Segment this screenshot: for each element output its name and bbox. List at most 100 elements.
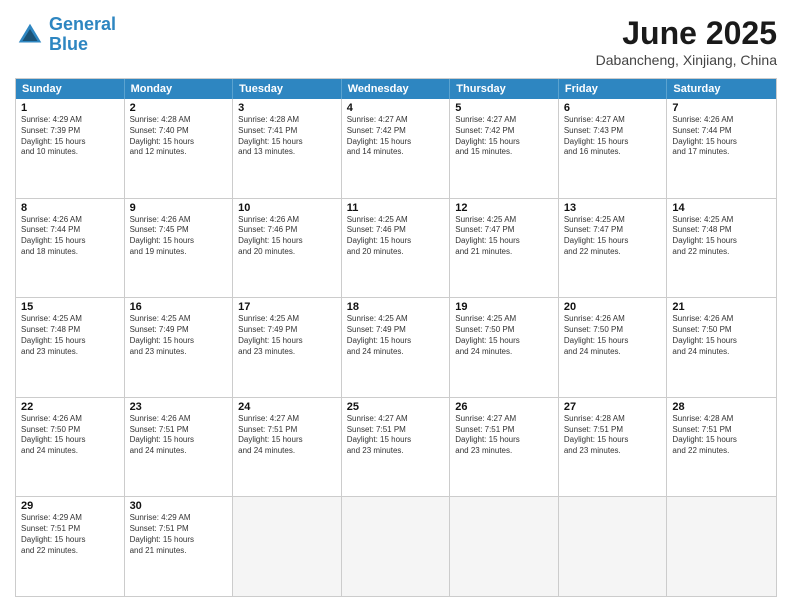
day-cell-10: 10Sunrise: 4:26 AMSunset: 7:46 PMDayligh… <box>233 199 342 298</box>
day-number: 13 <box>564 202 662 214</box>
day-number: 9 <box>130 202 228 214</box>
logo-line1: General <box>49 14 116 34</box>
calendar-row-1: 1Sunrise: 4:29 AMSunset: 7:39 PMDaylight… <box>16 99 776 198</box>
day-number: 15 <box>21 301 119 313</box>
day-info: Sunrise: 4:28 AMSunset: 7:40 PMDaylight:… <box>130 115 228 158</box>
day-info: Sunrise: 4:28 AMSunset: 7:51 PMDaylight:… <box>564 414 662 457</box>
day-number: 23 <box>130 401 228 413</box>
day-info: Sunrise: 4:25 AMSunset: 7:49 PMDaylight:… <box>130 314 228 357</box>
day-info: Sunrise: 4:25 AMSunset: 7:49 PMDaylight:… <box>347 314 445 357</box>
day-number: 1 <box>21 102 119 114</box>
day-cell-17: 17Sunrise: 4:25 AMSunset: 7:49 PMDayligh… <box>233 298 342 397</box>
day-cell-25: 25Sunrise: 4:27 AMSunset: 7:51 PMDayligh… <box>342 398 451 497</box>
day-info: Sunrise: 4:25 AMSunset: 7:49 PMDaylight:… <box>238 314 336 357</box>
day-number: 17 <box>238 301 336 313</box>
day-cell-27: 27Sunrise: 4:28 AMSunset: 7:51 PMDayligh… <box>559 398 668 497</box>
day-cell-6: 6Sunrise: 4:27 AMSunset: 7:43 PMDaylight… <box>559 99 668 198</box>
day-info: Sunrise: 4:29 AMSunset: 7:51 PMDaylight:… <box>130 513 228 556</box>
day-number: 25 <box>347 401 445 413</box>
day-number: 12 <box>455 202 553 214</box>
day-cell-15: 15Sunrise: 4:25 AMSunset: 7:48 PMDayligh… <box>16 298 125 397</box>
day-info: Sunrise: 4:26 AMSunset: 7:46 PMDaylight:… <box>238 215 336 258</box>
day-number: 16 <box>130 301 228 313</box>
day-cell-29: 29Sunrise: 4:29 AMSunset: 7:51 PMDayligh… <box>16 497 125 596</box>
day-cell-4: 4Sunrise: 4:27 AMSunset: 7:42 PMDaylight… <box>342 99 451 198</box>
day-cell-16: 16Sunrise: 4:25 AMSunset: 7:49 PMDayligh… <box>125 298 234 397</box>
day-number: 7 <box>672 102 771 114</box>
day-info: Sunrise: 4:27 AMSunset: 7:43 PMDaylight:… <box>564 115 662 158</box>
day-number: 19 <box>455 301 553 313</box>
day-number: 8 <box>21 202 119 214</box>
day-cell-30: 30Sunrise: 4:29 AMSunset: 7:51 PMDayligh… <box>125 497 234 596</box>
page: General Blue June 2025 Dabancheng, Xinji… <box>0 0 792 612</box>
day-number: 22 <box>21 401 119 413</box>
empty-cell <box>342 497 451 596</box>
empty-cell <box>233 497 342 596</box>
logo-text: General Blue <box>49 15 116 55</box>
day-cell-2: 2Sunrise: 4:28 AMSunset: 7:40 PMDaylight… <box>125 99 234 198</box>
day-number: 2 <box>130 102 228 114</box>
calendar-header: SundayMondayTuesdayWednesdayThursdayFrid… <box>16 79 776 99</box>
day-number: 10 <box>238 202 336 214</box>
day-number: 18 <box>347 301 445 313</box>
logo: General Blue <box>15 15 116 55</box>
day-cell-20: 20Sunrise: 4:26 AMSunset: 7:50 PMDayligh… <box>559 298 668 397</box>
day-number: 4 <box>347 102 445 114</box>
day-info: Sunrise: 4:25 AMSunset: 7:50 PMDaylight:… <box>455 314 553 357</box>
month-title: June 2025 <box>596 15 777 52</box>
day-info: Sunrise: 4:26 AMSunset: 7:50 PMDaylight:… <box>672 314 771 357</box>
header-cell-friday: Friday <box>559 79 668 99</box>
day-info: Sunrise: 4:25 AMSunset: 7:47 PMDaylight:… <box>564 215 662 258</box>
day-number: 26 <box>455 401 553 413</box>
day-info: Sunrise: 4:25 AMSunset: 7:47 PMDaylight:… <box>455 215 553 258</box>
day-number: 3 <box>238 102 336 114</box>
title-block: June 2025 Dabancheng, Xinjiang, China <box>596 15 777 68</box>
day-info: Sunrise: 4:26 AMSunset: 7:51 PMDaylight:… <box>130 414 228 457</box>
day-cell-13: 13Sunrise: 4:25 AMSunset: 7:47 PMDayligh… <box>559 199 668 298</box>
day-info: Sunrise: 4:27 AMSunset: 7:51 PMDaylight:… <box>347 414 445 457</box>
day-cell-23: 23Sunrise: 4:26 AMSunset: 7:51 PMDayligh… <box>125 398 234 497</box>
empty-cell <box>667 497 776 596</box>
header-cell-saturday: Saturday <box>667 79 776 99</box>
day-number: 28 <box>672 401 771 413</box>
day-info: Sunrise: 4:28 AMSunset: 7:51 PMDaylight:… <box>672 414 771 457</box>
day-number: 21 <box>672 301 771 313</box>
header: General Blue June 2025 Dabancheng, Xinji… <box>15 15 777 68</box>
day-info: Sunrise: 4:27 AMSunset: 7:51 PMDaylight:… <box>238 414 336 457</box>
location: Dabancheng, Xinjiang, China <box>596 52 777 68</box>
day-number: 6 <box>564 102 662 114</box>
header-cell-tuesday: Tuesday <box>233 79 342 99</box>
day-info: Sunrise: 4:29 AMSunset: 7:51 PMDaylight:… <box>21 513 119 556</box>
day-number: 5 <box>455 102 553 114</box>
calendar-row-5: 29Sunrise: 4:29 AMSunset: 7:51 PMDayligh… <box>16 496 776 596</box>
day-cell-9: 9Sunrise: 4:26 AMSunset: 7:45 PMDaylight… <box>125 199 234 298</box>
day-number: 20 <box>564 301 662 313</box>
day-cell-12: 12Sunrise: 4:25 AMSunset: 7:47 PMDayligh… <box>450 199 559 298</box>
header-cell-wednesday: Wednesday <box>342 79 451 99</box>
day-cell-18: 18Sunrise: 4:25 AMSunset: 7:49 PMDayligh… <box>342 298 451 397</box>
day-info: Sunrise: 4:25 AMSunset: 7:48 PMDaylight:… <box>21 314 119 357</box>
day-info: Sunrise: 4:27 AMSunset: 7:51 PMDaylight:… <box>455 414 553 457</box>
header-cell-thursday: Thursday <box>450 79 559 99</box>
calendar: SundayMondayTuesdayWednesdayThursdayFrid… <box>15 78 777 597</box>
day-cell-5: 5Sunrise: 4:27 AMSunset: 7:42 PMDaylight… <box>450 99 559 198</box>
calendar-body: 1Sunrise: 4:29 AMSunset: 7:39 PMDaylight… <box>16 99 776 596</box>
day-info: Sunrise: 4:26 AMSunset: 7:50 PMDaylight:… <box>21 414 119 457</box>
day-cell-8: 8Sunrise: 4:26 AMSunset: 7:44 PMDaylight… <box>16 199 125 298</box>
day-cell-3: 3Sunrise: 4:28 AMSunset: 7:41 PMDaylight… <box>233 99 342 198</box>
day-info: Sunrise: 4:26 AMSunset: 7:44 PMDaylight:… <box>21 215 119 258</box>
day-cell-1: 1Sunrise: 4:29 AMSunset: 7:39 PMDaylight… <box>16 99 125 198</box>
logo-icon <box>15 20 45 50</box>
day-cell-26: 26Sunrise: 4:27 AMSunset: 7:51 PMDayligh… <box>450 398 559 497</box>
day-cell-14: 14Sunrise: 4:25 AMSunset: 7:48 PMDayligh… <box>667 199 776 298</box>
day-cell-7: 7Sunrise: 4:26 AMSunset: 7:44 PMDaylight… <box>667 99 776 198</box>
logo-line2: Blue <box>49 34 88 54</box>
day-cell-19: 19Sunrise: 4:25 AMSunset: 7:50 PMDayligh… <box>450 298 559 397</box>
day-info: Sunrise: 4:26 AMSunset: 7:45 PMDaylight:… <box>130 215 228 258</box>
day-cell-28: 28Sunrise: 4:28 AMSunset: 7:51 PMDayligh… <box>667 398 776 497</box>
day-number: 27 <box>564 401 662 413</box>
day-number: 14 <box>672 202 771 214</box>
header-cell-monday: Monday <box>125 79 234 99</box>
day-cell-24: 24Sunrise: 4:27 AMSunset: 7:51 PMDayligh… <box>233 398 342 497</box>
day-info: Sunrise: 4:29 AMSunset: 7:39 PMDaylight:… <box>21 115 119 158</box>
